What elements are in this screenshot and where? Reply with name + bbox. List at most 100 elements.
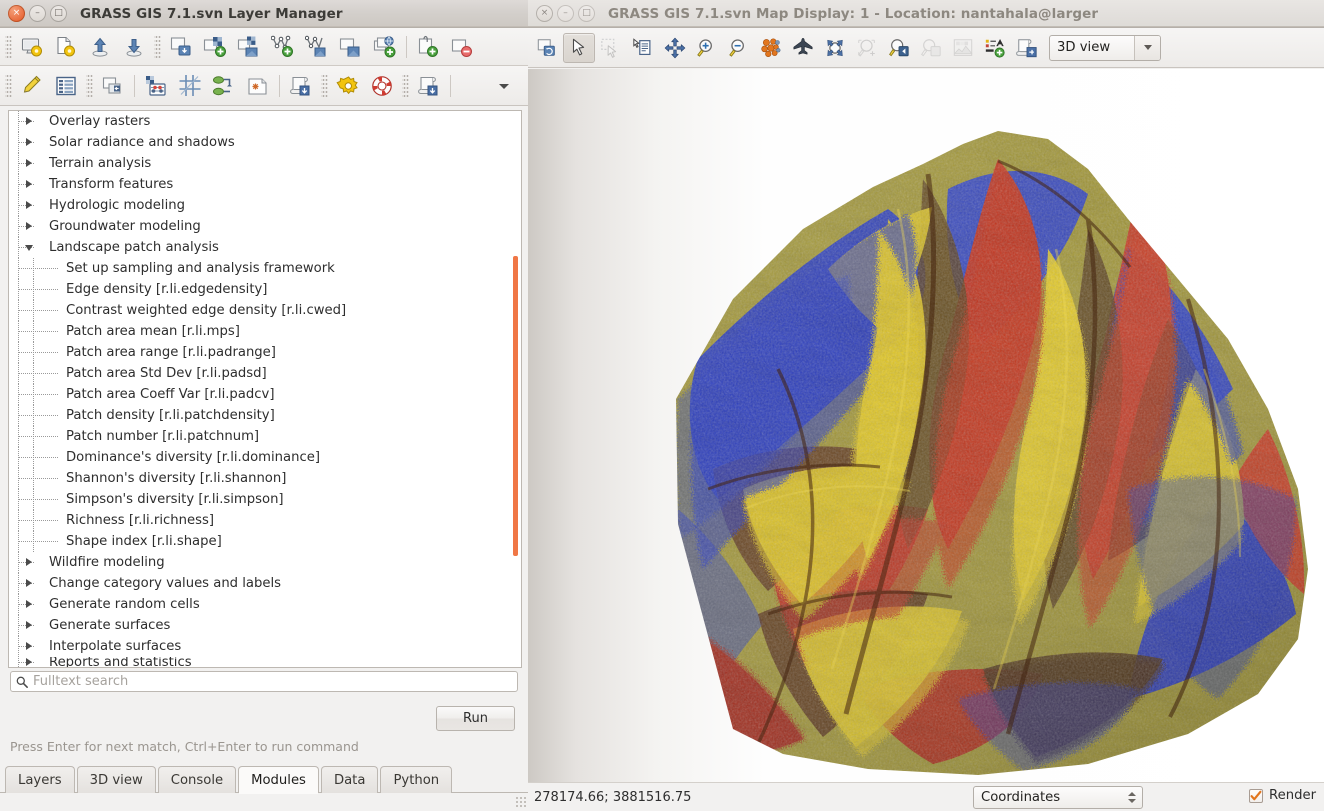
expand-arrow-icon[interactable] bbox=[25, 621, 34, 630]
statusbar-mode-selector[interactable]: Coordinates bbox=[973, 786, 1143, 809]
map-canvas-3d-view[interactable] bbox=[528, 69, 1324, 782]
run-button[interactable]: Run bbox=[436, 706, 515, 731]
graphical-modeler-button[interactable] bbox=[207, 70, 241, 102]
tree-item-module[interactable]: Patch number [r.li.patchnum] bbox=[9, 426, 521, 447]
tree-item-module[interactable]: Shannon's diversity [r.li.shannon] bbox=[9, 468, 521, 489]
tree-item-module[interactable]: Contrast weighted edge density [r.li.cwe… bbox=[9, 300, 521, 321]
edit-vector-maps-button[interactable] bbox=[15, 70, 49, 102]
close-icon[interactable]: × bbox=[536, 5, 553, 22]
toolbar-overflow-button[interactable] bbox=[487, 70, 521, 102]
add-web-service-layer-button[interactable] bbox=[368, 31, 402, 63]
tree-scrollbar-thumb[interactable] bbox=[513, 256, 518, 556]
add-overlay-layer-button[interactable] bbox=[334, 31, 368, 63]
tree-item-module[interactable]: Edge density [r.li.edgedensity] bbox=[9, 279, 521, 300]
add-various-raster-layers-button[interactable] bbox=[232, 31, 266, 63]
start-new-workspace-button[interactable] bbox=[15, 31, 49, 63]
expand-arrow-icon[interactable] bbox=[25, 558, 34, 567]
show-attribute-table-button[interactable] bbox=[49, 70, 83, 102]
toolbar-grip[interactable] bbox=[5, 34, 12, 60]
open-workspace-button[interactable] bbox=[49, 31, 83, 63]
render-checkbox[interactable] bbox=[1249, 789, 1263, 803]
toolbar-grip[interactable] bbox=[86, 73, 93, 99]
display-map-button[interactable] bbox=[531, 33, 563, 63]
fly-through-button[interactable] bbox=[787, 33, 819, 63]
expand-arrow-icon[interactable] bbox=[25, 658, 34, 667]
minimize-icon[interactable]: – bbox=[557, 5, 574, 22]
load-workspace-button[interactable] bbox=[117, 31, 151, 63]
toolbar-grip[interactable] bbox=[321, 73, 328, 99]
tree-item-category[interactable]: Hydrologic modeling bbox=[9, 195, 521, 216]
tree-item-module[interactable]: Patch area mean [r.li.mps] bbox=[9, 321, 521, 342]
tree-item-module[interactable]: Dominance's diversity [r.li.dominance] bbox=[9, 447, 521, 468]
search-input-wrapper[interactable] bbox=[10, 671, 518, 692]
view-mode-selector[interactable]: 3D view bbox=[1049, 35, 1161, 61]
expand-arrow-icon[interactable] bbox=[25, 138, 34, 147]
tree-item-module[interactable]: Simpson's diversity [r.li.simpson] bbox=[9, 489, 521, 510]
tab-python[interactable]: Python bbox=[380, 766, 452, 793]
tab-3d-view[interactable]: 3D view bbox=[77, 766, 156, 793]
render-toggle[interactable]: Render bbox=[1249, 788, 1316, 803]
tree-item-category[interactable]: Terrain analysis bbox=[9, 153, 521, 174]
cartographic-composer-button[interactable] bbox=[241, 70, 275, 102]
help-button[interactable] bbox=[365, 70, 399, 102]
maximize-icon[interactable]: □ bbox=[578, 5, 595, 22]
tree-item-category[interactable]: Overlay rasters bbox=[9, 111, 521, 132]
modules-tree[interactable]: Overlay rastersSolar radiance and shadow… bbox=[9, 111, 521, 667]
add-command-layer-button[interactable] bbox=[96, 70, 130, 102]
select-features-button[interactable] bbox=[595, 33, 627, 63]
add-group-button[interactable] bbox=[411, 31, 445, 63]
toolbar-grip[interactable] bbox=[154, 34, 161, 60]
tree-item-category[interactable]: Change category values and labels bbox=[9, 573, 521, 594]
close-icon[interactable]: × bbox=[8, 5, 25, 22]
tab-modules[interactable]: Modules bbox=[238, 766, 319, 793]
collapse-arrow-icon[interactable] bbox=[25, 243, 34, 252]
maximize-icon[interactable]: □ bbox=[50, 5, 67, 22]
window-resize-grip[interactable] bbox=[515, 796, 527, 808]
tree-item-module[interactable]: Patch area Std Dev [r.li.padsd] bbox=[9, 363, 521, 384]
toolbar-grip[interactable] bbox=[402, 73, 409, 99]
expand-arrow-icon[interactable] bbox=[25, 579, 34, 588]
expand-arrow-icon[interactable] bbox=[25, 642, 34, 651]
tree-item-category[interactable]: Interpolate surfaces bbox=[9, 636, 521, 657]
raster-calculator-button[interactable] bbox=[139, 70, 173, 102]
minimize-icon[interactable]: – bbox=[29, 5, 46, 22]
expand-arrow-icon[interactable] bbox=[25, 159, 34, 168]
tab-layers[interactable]: Layers bbox=[5, 766, 75, 793]
expand-arrow-icon[interactable] bbox=[25, 600, 34, 609]
chevron-down-icon[interactable] bbox=[1134, 36, 1160, 60]
save-script-button[interactable] bbox=[412, 70, 446, 102]
tree-item-category[interactable]: Landscape patch analysis bbox=[9, 237, 521, 258]
tree-item-module[interactable]: Patch density [r.li.patchdensity] bbox=[9, 405, 521, 426]
expand-arrow-icon[interactable] bbox=[25, 180, 34, 189]
expand-arrow-icon[interactable] bbox=[25, 222, 34, 231]
georectifier-button[interactable] bbox=[173, 70, 207, 102]
zoom-to-region-button[interactable] bbox=[851, 33, 883, 63]
zoom-to-selected-map-button[interactable] bbox=[819, 33, 851, 63]
tree-item-module[interactable]: Patch area range [r.li.padrange] bbox=[9, 342, 521, 363]
modules-tree-panel[interactable]: Overlay rastersSolar radiance and shadow… bbox=[8, 110, 522, 668]
tree-item-category[interactable]: Generate surfaces bbox=[9, 615, 521, 636]
tab-data[interactable]: Data bbox=[321, 766, 379, 793]
expand-arrow-icon[interactable] bbox=[25, 201, 34, 210]
add-raster-layer-button[interactable] bbox=[198, 31, 232, 63]
pan-button[interactable] bbox=[659, 33, 691, 63]
zoom-in-button[interactable] bbox=[691, 33, 723, 63]
toolbar-grip[interactable] bbox=[5, 73, 12, 99]
import-raster-data-button[interactable] bbox=[164, 31, 198, 63]
python-script-open-button[interactable] bbox=[284, 70, 318, 102]
zoom-back-button[interactable] bbox=[883, 33, 915, 63]
tree-item-module[interactable]: Patch area Coeff Var [r.li.padcv] bbox=[9, 384, 521, 405]
tree-item-module[interactable]: Set up sampling and analysis framework bbox=[9, 258, 521, 279]
save-display-geometry-button[interactable] bbox=[915, 33, 947, 63]
add-vector-layer-button[interactable] bbox=[266, 31, 300, 63]
zoom-out-button[interactable] bbox=[723, 33, 755, 63]
search-input[interactable] bbox=[33, 674, 512, 689]
add-legend-button[interactable] bbox=[979, 33, 1011, 63]
gui-settings-button[interactable] bbox=[331, 70, 365, 102]
tree-item-category[interactable]: Reports and statistics bbox=[9, 657, 521, 667]
tree-item-category[interactable]: Generate random cells bbox=[9, 594, 521, 615]
spinner-arrows-icon[interactable] bbox=[1122, 787, 1142, 808]
tab-console[interactable]: Console bbox=[158, 766, 236, 793]
save-map-to-file-button[interactable] bbox=[1011, 33, 1043, 63]
add-various-vector-layers-button[interactable] bbox=[300, 31, 334, 63]
